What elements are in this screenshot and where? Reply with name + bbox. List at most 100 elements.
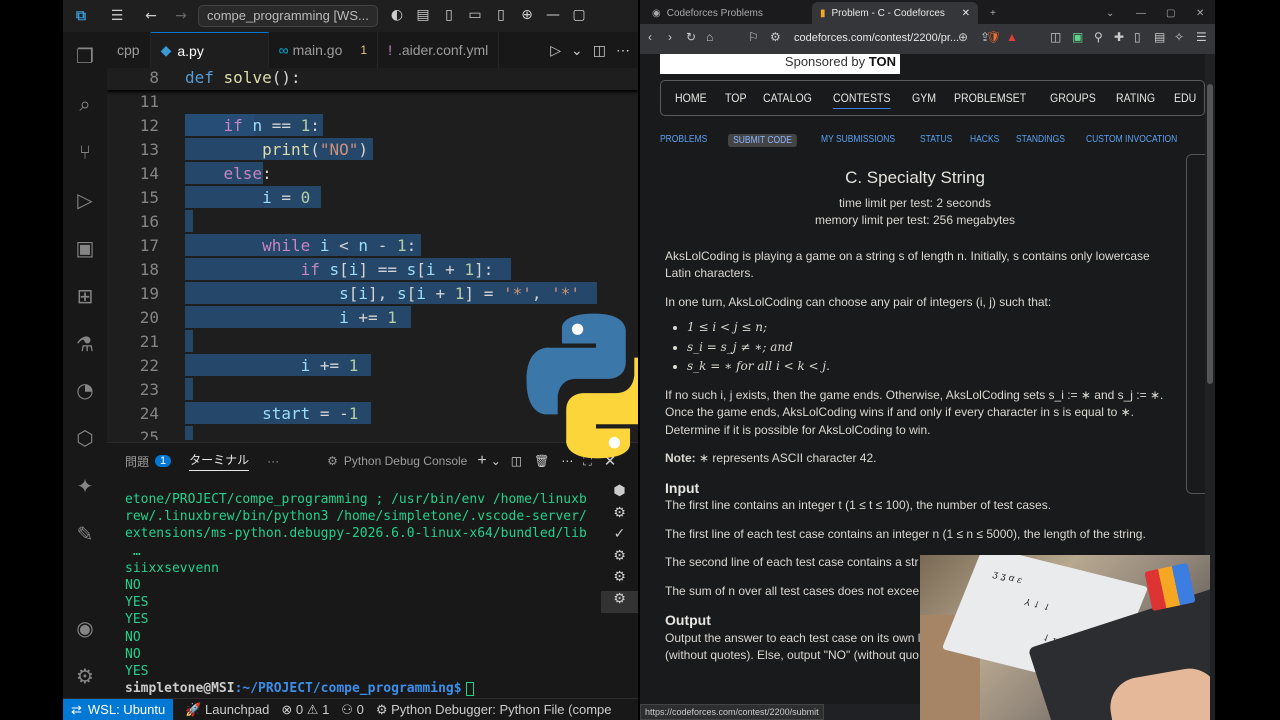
- nav-item-rating[interactable]: RATING: [1116, 91, 1155, 105]
- browser-tab-strip: ◉ Codeforces Problems ▮ Problem - C - Co…: [640, 0, 1215, 24]
- python-icon[interactable]: ✦: [71, 472, 99, 500]
- reload-icon[interactable]: ↻: [686, 30, 696, 44]
- run-icon[interactable]: ▷: [550, 42, 561, 59]
- tab-cpp[interactable]: cpp: [107, 32, 151, 68]
- back-arrow-icon[interactable]: ←: [139, 4, 163, 28]
- extension-icon[interactable]: ⚲: [1094, 30, 1103, 44]
- remote-indicator[interactable]: ⇄ WSL: Ubuntu: [63, 698, 174, 720]
- search-icon[interactable]: ⌕: [71, 90, 99, 118]
- ports-count: 0: [356, 701, 364, 717]
- git-graph-icon[interactable]: ◔: [71, 376, 99, 404]
- testing-icon[interactable]: ⚗: [71, 330, 99, 358]
- back-icon[interactable]: ‹: [648, 30, 652, 44]
- home-icon[interactable]: ⌂: [706, 30, 713, 44]
- new-terminal-icon[interactable]: +: [477, 452, 486, 470]
- run-debug-icon[interactable]: ▷: [71, 186, 99, 214]
- terminal-debug-icon[interactable]: ⚙: [601, 590, 638, 613]
- sticky-scroll[interactable]: 8 def solve():: [107, 68, 638, 90]
- tab-list-button[interactable]: ⌄: [1098, 2, 1122, 24]
- menu-icon[interactable]: ☰: [1196, 30, 1207, 44]
- subnav-item-status[interactable]: STATUS: [920, 134, 952, 147]
- extension-icon[interactable]: ◫: [1050, 30, 1061, 44]
- maximize-icon[interactable]: ▢: [570, 4, 588, 26]
- nav-item-edu[interactable]: EDU: [1174, 91, 1196, 105]
- chevron-down-icon[interactable]: ⌄: [491, 454, 501, 468]
- zoom-icon[interactable]: ⊕: [958, 30, 968, 44]
- chat-icon[interactable]: ✎: [71, 520, 99, 548]
- browser-tab-codeforces-problems[interactable]: ◉ Codeforces Problems: [644, 2, 804, 24]
- remote-explorer-icon[interactable]: ▣: [71, 234, 99, 262]
- chevron-down-icon[interactable]: ⌄: [571, 42, 583, 59]
- terminal-shell-icon[interactable]: ⬢: [601, 483, 638, 505]
- condition-list: 1 ≤ i < j ≤ n; s_i = s_j ≠ ∗; and s_k = …: [687, 319, 1165, 376]
- forward-arrow-icon[interactable]: →: [169, 4, 193, 28]
- terminal-line: etone/PROJECT/compe_programming ; /usr/b…: [125, 492, 587, 507]
- toggle-secondary-sidebar-icon[interactable]: ▯: [492, 4, 510, 26]
- tab-main-go[interactable]: ∞ main.go 1: [269, 32, 379, 68]
- site-info-icon[interactable]: ⚙: [770, 30, 781, 44]
- subnav-item-hacks[interactable]: HACKS: [970, 134, 999, 147]
- tab-problems[interactable]: 問題 1: [125, 453, 172, 470]
- accounts-icon[interactable]: ◉: [71, 614, 99, 642]
- terminal-debug-icon[interactable]: ⚙: [601, 548, 638, 570]
- containers-icon[interactable]: ⬡: [71, 424, 99, 452]
- nav-item-groups[interactable]: GROUPS: [1050, 91, 1096, 105]
- wallet-icon[interactable]: ▤: [1154, 30, 1165, 44]
- subnav-item-custom-invocation[interactable]: CUSTOM INVOCATION: [1086, 134, 1177, 147]
- tab-terminal[interactable]: ターミナル: [189, 451, 250, 471]
- ports-status[interactable]: ⚇ 0: [341, 702, 364, 718]
- more-tabs-button[interactable]: ···: [267, 454, 279, 468]
- nav-item-contests[interactable]: CONTESTS: [833, 91, 891, 105]
- forward-icon[interactable]: ›: [668, 30, 672, 44]
- nav-item-top[interactable]: TOP: [725, 91, 747, 105]
- sponsor-banner[interactable]: Sponsored by TON: [660, 54, 900, 74]
- brave-shield-icon[interactable]: 🛡: [986, 30, 1001, 44]
- terminal-output[interactable]: etone/PROJECT/compe_programming ; /usr/b…: [125, 491, 587, 697]
- bookmark-icon[interactable]: ⚐: [748, 30, 759, 44]
- more-actions-icon[interactable]: ⋯: [616, 42, 630, 59]
- copilot-icon[interactable]: ◐: [388, 4, 406, 26]
- split-editor-icon[interactable]: ◫: [593, 42, 606, 59]
- maximize-icon[interactable]: ▢: [1158, 2, 1183, 24]
- extensions-puzzle-icon[interactable]: ✚: [1114, 30, 1124, 44]
- browser-tab-problem-c[interactable]: ▮ Problem - C - Codeforces ✕: [812, 2, 978, 24]
- tab-aider-conf[interactable]: ! .aider.conf.yml: [378, 32, 500, 68]
- command-center-search[interactable]: compe_programming [WS...: [198, 5, 378, 27]
- sidebar-icon[interactable]: ▯: [1134, 30, 1141, 44]
- debugger-status[interactable]: ⚙ Python Debugger: Python File (compe: [376, 702, 612, 718]
- terminal-instance-selector[interactable]: ⚙ Python Debug Console: [327, 454, 467, 468]
- leo-icon[interactable]: ✧: [1174, 30, 1184, 44]
- explorer-icon[interactable]: ❐: [71, 42, 99, 70]
- layout-icon[interactable]: ▤: [414, 4, 432, 26]
- minimize-icon[interactable]: —: [544, 4, 562, 26]
- terminal-check-icon[interactable]: ✓: [601, 526, 638, 548]
- close-window-icon[interactable]: ✕: [1188, 2, 1212, 24]
- problems-status[interactable]: ⊗ 0 ⚠ 1: [281, 702, 329, 718]
- settings-gear-icon[interactable]: ⚙: [71, 662, 99, 690]
- nav-item-problemset[interactable]: PROBLEMSET: [954, 91, 1026, 105]
- extension-icon[interactable]: ▣: [1072, 30, 1083, 44]
- toggle-panel-icon[interactable]: ▭: [466, 4, 484, 26]
- antenna-icon: ⚇: [341, 701, 353, 717]
- source-control-icon[interactable]: ⑂: [71, 138, 99, 166]
- toggle-sidebar-icon[interactable]: ▯: [440, 4, 458, 26]
- subnav-item-problems[interactable]: PROBLEMS: [660, 134, 707, 147]
- launchpad-item[interactable]: 🚀 Launchpad: [185, 702, 269, 718]
- close-tab-icon[interactable]: ✕: [962, 8, 970, 19]
- subnav-item-submit-code[interactable]: SUBMIT CODE: [727, 134, 797, 147]
- nav-item-home[interactable]: HOME: [675, 91, 707, 105]
- terminal-debug-icon[interactable]: ⚙: [601, 505, 638, 527]
- rewards-icon[interactable]: ▲: [1006, 30, 1018, 44]
- menu-icon[interactable]: ☰: [105, 4, 129, 28]
- minimize-icon[interactable]: —: [1128, 2, 1154, 24]
- nav-item-catalog[interactable]: CATALOG: [763, 91, 812, 105]
- extensions-icon[interactable]: ⊞: [71, 282, 99, 310]
- nav-item-gym[interactable]: GYM: [912, 91, 936, 105]
- terminal-debug-icon[interactable]: ⚙: [601, 569, 638, 591]
- prompt-user: simpletone@MSI: [125, 681, 235, 697]
- subnav-item-standings[interactable]: STANDINGS: [1016, 134, 1065, 147]
- new-tab-button[interactable]: +: [982, 2, 1004, 24]
- subnav-item-my-submissions[interactable]: MY SUBMISSIONS: [821, 134, 895, 147]
- tab-a-py[interactable]: ◆ a.py: [150, 32, 269, 68]
- globe-icon[interactable]: ⊕: [518, 4, 536, 26]
